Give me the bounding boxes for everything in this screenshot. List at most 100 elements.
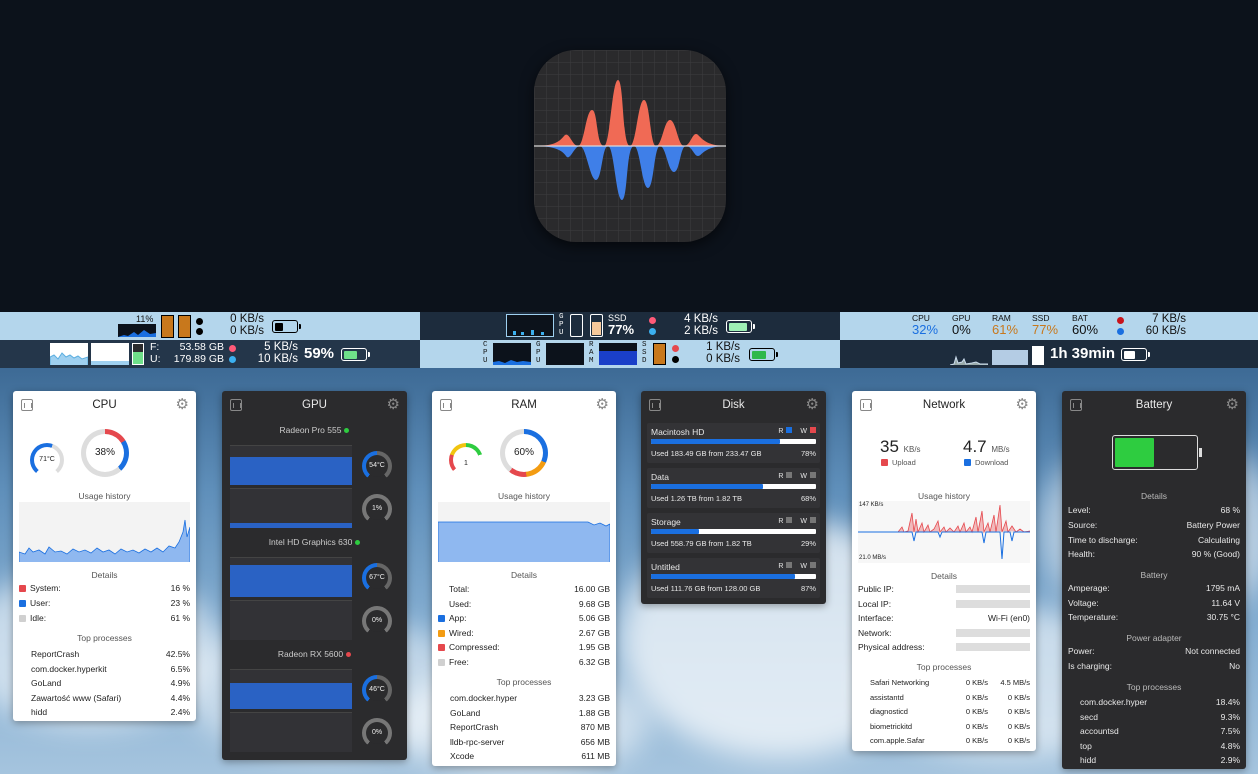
chart-icon[interactable]: [1070, 399, 1082, 411]
process-row[interactable]: biometrickitd 0 KB/s 0 KB/s: [870, 720, 1030, 734]
process-row[interactable]: top 4.8%: [1080, 739, 1240, 753]
gear-icon[interactable]: ⚙: [1226, 397, 1239, 412]
network-detail-row: Network:: [858, 626, 1030, 640]
process-row[interactable]: ReportCrash 42.5%: [31, 647, 190, 661]
row-label: Voltage:: [1068, 597, 1099, 608]
write-indicator: [810, 562, 816, 568]
process-row[interactable]: hidd 2.4%: [31, 705, 190, 719]
process-row[interactable]: com.docker.hyperkit 6.5%: [31, 662, 190, 676]
process-row[interactable]: com.docker.hyper 18.4%: [1080, 695, 1240, 709]
stat-value: 32%: [912, 322, 939, 337]
cpu-mini-chart: [506, 314, 554, 337]
disk-used-label: U:: [150, 353, 161, 365]
disk-used-value: 179.89 GB: [173, 353, 224, 365]
process-name: accountsd: [1080, 726, 1119, 736]
process-row[interactable]: assistantd 0 KB/s 0 KB/s: [870, 691, 1030, 705]
panel-title: CPU: [92, 399, 117, 411]
gpu-panel: GPU ⚙ Radeon Pro 555 54°C 1% Intel HD Graphi…: [222, 391, 407, 760]
cpu-detail-row: User: 23 %: [19, 596, 190, 610]
chart-icon[interactable]: [21, 399, 33, 411]
disk-volume-card[interactable]: Data R W Used 1.26 TB from 1.82 TB 68%: [647, 468, 820, 508]
process-row[interactable]: secd 9.3%: [1080, 710, 1240, 724]
disk-usage-bar: [651, 484, 816, 489]
menubar-variant-b1[interactable]: G P U SSD 77% 4 KB/s 2 KB/s: [420, 312, 840, 340]
gear-icon[interactable]: ⚙: [596, 397, 609, 412]
ram-mini-bar: [132, 343, 144, 365]
process-row[interactable]: diagnosticd 0 KB/s 0 KB/s: [870, 705, 1030, 719]
panel-title: RAM: [511, 399, 537, 411]
gpu-status-dot: [355, 540, 361, 545]
row-label: Local IP:: [858, 598, 892, 609]
disk-volume-card[interactable]: Storage R W Used 558.79 GB from 1.82 TB 29%: [647, 513, 820, 553]
top-processes-title: Top processes: [916, 662, 972, 672]
cpu-history-bar: [992, 350, 1028, 365]
row-value: 9.68 GB: [578, 598, 610, 609]
process-row[interactable]: hidd 2.9%: [1080, 753, 1240, 767]
ssd-label: S S D: [642, 341, 647, 365]
menubar-variant-c1[interactable]: CPU 32% GPU 0% RAM 61% SSD 77% BAT 60% 7 KB/s 60 …: [840, 312, 1258, 340]
cpu-detail-row: System: 16 %: [19, 581, 190, 595]
process-row[interactable]: Xcode 611 MB: [450, 749, 610, 763]
network-detail-row: Local IP:: [858, 597, 1030, 611]
row-value: No: [1229, 660, 1240, 671]
top-processes-title: Top processes: [496, 677, 552, 687]
gear-icon[interactable]: ⚙: [176, 397, 189, 412]
details-title: Details: [91, 570, 118, 580]
gear-icon[interactable]: ⚙: [387, 397, 400, 412]
panel-header: Disk ⚙: [641, 391, 826, 419]
battery-icon: [272, 320, 301, 333]
process-value: 2.4%: [170, 707, 190, 717]
disk-volume-card[interactable]: Macintosh HD R W Used 183.49 GB from 233.47…: [647, 423, 820, 463]
disk-usage-fill: [651, 439, 780, 444]
ram-detail-row: Used: 9.68 GB: [438, 597, 610, 611]
chart-icon[interactable]: [860, 399, 872, 411]
process-value: 18.4%: [1215, 697, 1240, 707]
disk-volume-card[interactable]: Untitled R W Used 111.76 GB from 128.00 GB 8…: [647, 558, 820, 598]
read-write-indicators: RW: [778, 472, 816, 480]
menubar-variant-c2[interactable]: 1h 39min: [840, 340, 1258, 368]
gpu-name-text: Radeon RX 5600: [277, 649, 344, 659]
process-row[interactable]: lldb-rpc-server 656 MB: [450, 735, 610, 749]
write-label: W: [800, 518, 807, 525]
chart-icon[interactable]: [230, 399, 242, 411]
process-row[interactable]: ReportCrash 870 MB: [450, 720, 610, 734]
cpu-temperature-gauge: 71°C: [30, 443, 64, 477]
process-download: 0 KB/s: [1007, 692, 1030, 702]
process-value: 9.3%: [1220, 711, 1240, 722]
row-label: Compressed:: [449, 642, 500, 653]
details-title: Details: [511, 570, 537, 580]
gpu-temperature-value: 54°C: [366, 455, 388, 477]
ram-usage-value: 60%: [505, 434, 543, 472]
process-name: ReportCrash: [31, 649, 80, 659]
net-download: 0 KB/s: [230, 325, 264, 337]
process-row[interactable]: GoLand 1.88 GB: [450, 706, 610, 720]
chart-icon[interactable]: [440, 399, 452, 411]
process-row[interactable]: Zawartość www (Safari) 4.4%: [31, 691, 190, 705]
chart-icon[interactable]: [649, 399, 661, 411]
process-row[interactable]: com.apple.Safar 0 KB/s 0 KB/s: [870, 734, 1030, 748]
process-row[interactable]: Safari Networking 0 KB/s 4.5 MB/s: [870, 676, 1030, 690]
process-name: diagnosticd: [870, 707, 908, 716]
panel-header: GPU ⚙: [222, 391, 407, 419]
cpu-usage-history-chart: [19, 502, 190, 562]
process-value: 7.5%: [1220, 726, 1240, 736]
ram-detail-row: Compressed: 1.95 GB: [438, 640, 610, 654]
row-value: 1.95 GB: [578, 642, 610, 653]
upload-speed: 35 KB/s: [880, 437, 921, 457]
panel-header: Battery ⚙: [1062, 391, 1246, 419]
cpu-usage-value: 38%: [86, 434, 124, 472]
gear-icon[interactable]: ⚙: [1016, 397, 1029, 412]
disk-usage-fill: [651, 529, 699, 534]
process-name: Zawartość www (Safari): [31, 692, 122, 703]
process-row[interactable]: accountsd 7.5%: [1080, 724, 1240, 738]
net-upload: 1 KB/s: [706, 341, 740, 353]
menubar-variant-a2[interactable]: F: U: 53.58 GB 179.89 GB 5 KB/s 10 KB/s …: [0, 340, 420, 368]
gear-icon[interactable]: ⚙: [806, 397, 819, 412]
process-row[interactable]: GoLand 4.9%: [31, 676, 190, 690]
menubar-variant-a1[interactable]: 11% 0 KB/s 0 KB/s: [0, 312, 420, 340]
row-label: Temperature:: [1068, 612, 1119, 622]
process-row[interactable]: com.docker.hyper 3.23 GB: [450, 691, 610, 705]
menubar-variant-b2[interactable]: C P U G P U R A M S S D 1 KB/s 0 KB/s: [420, 340, 840, 368]
disk-usage-bar: [651, 574, 816, 579]
battery-detail-row: Level: 68 %: [1068, 503, 1240, 517]
